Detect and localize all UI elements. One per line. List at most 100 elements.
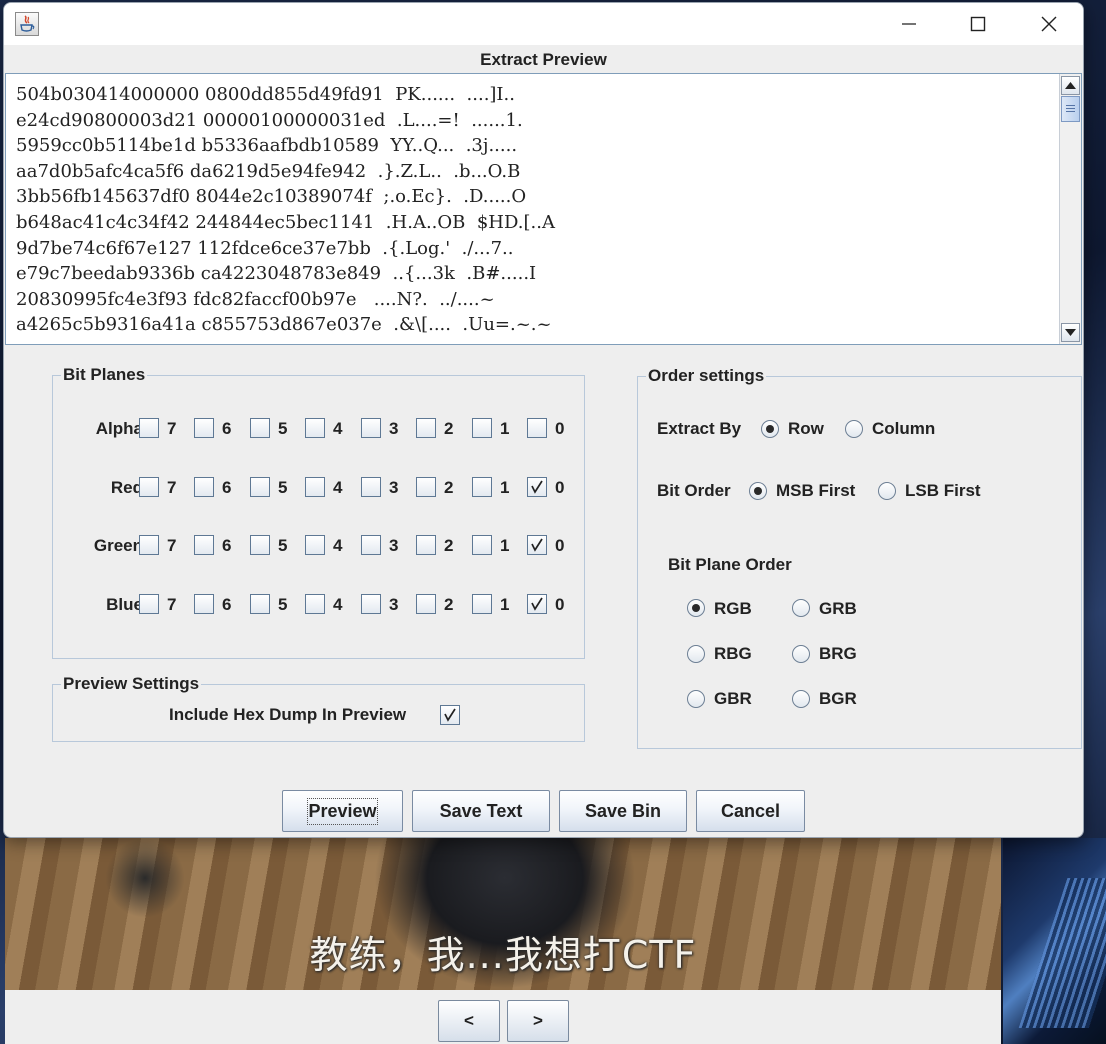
bit-planes-group: Bit Planes Alpha 7 6 5 4 3 2 1 0 Red 7 6 5 4 3 2 1 0 Green… [52,365,585,659]
image-caption: 教练，我...我想打CTF [309,933,697,977]
blue-bit-1-checkbox[interactable] [472,594,492,614]
scroll-down-button[interactable] [1061,323,1080,342]
green-bit-6-checkbox[interactable] [194,535,214,555]
alpha-bit-4-checkbox[interactable] [305,418,325,438]
blue-bit-4-checkbox[interactable] [305,594,325,614]
brg-radio[interactable] [792,645,810,663]
extract-preview-dialog: Extract Preview 504b030414000000 0800dd8… [3,2,1084,838]
blue-bit-3-checkbox[interactable] [361,594,381,614]
include-hex-dump-label: Include Hex Dump In Preview [169,705,407,724]
preview-line: 3bb56fb145637df0 8044e2c10389074f ;.o.Ec… [16,186,527,208]
image-nav-bar: < > [5,990,1001,1044]
alpha-bit-5-checkbox[interactable] [250,418,270,438]
blue-bit-2-label: 2 [444,595,454,614]
alpha-bit-3-checkbox[interactable] [361,418,381,438]
green-bit-3-label: 3 [389,536,399,555]
rbg-radio[interactable] [687,645,705,663]
minimize-button[interactable] [875,3,943,45]
red-bit-4-checkbox[interactable] [305,477,325,497]
save-bin-button[interactable]: Save Bin [559,790,687,832]
msb-first-radio[interactable] [749,482,767,500]
blue-bit-5-checkbox[interactable] [250,594,270,614]
red-bit-1-label: 1 [500,478,510,497]
green-bit-0-checkbox[interactable] [527,535,547,555]
preview-line: 20830995fc4e3f93 fdc82faccf00b97e ....N?… [16,288,495,310]
preview-button[interactable]: Preview [282,790,403,832]
alpha-bit-0-checkbox[interactable] [527,418,547,438]
green-bit-3-checkbox[interactable] [361,535,381,555]
green-bit-4-checkbox[interactable] [305,535,325,555]
extract-by-column-radio[interactable] [845,420,863,438]
bit-plane-order-label: Bit Plane Order [668,555,792,574]
green-bit-1-checkbox[interactable] [472,535,492,555]
red-bit-6-checkbox[interactable] [194,477,214,497]
bgr-label: BGR [819,689,857,708]
extract-by-row-label: Row [788,419,824,438]
bit-order-label: Bit Order [657,481,731,500]
red-bit-5-checkbox[interactable] [250,477,270,497]
scroll-up-button[interactable] [1061,76,1080,95]
include-hex-dump-checkbox[interactable] [440,705,460,725]
red-bit-3-checkbox[interactable] [361,477,381,497]
msb-first-label: MSB First [776,481,856,500]
cancel-button[interactable]: Cancel [696,790,805,832]
alpha-bit-2-checkbox[interactable] [416,418,436,438]
blue-bit-6-label: 6 [222,595,232,614]
red-bit-1-checkbox[interactable] [472,477,492,497]
next-image-button[interactable]: > [507,1000,569,1042]
blue-bit-0-label: 0 [555,595,565,614]
blue-bit-7-label: 7 [167,595,177,614]
order-settings-label: Order settings [646,366,767,386]
green-bit-2-checkbox[interactable] [416,535,436,555]
red-bit-7-label: 7 [167,478,177,497]
grb-radio[interactable] [792,599,810,617]
check-icon [531,538,543,552]
alpha-bit-1-checkbox[interactable] [472,418,492,438]
bgr-radio[interactable] [792,690,810,708]
red-bit-0-checkbox[interactable] [527,477,547,497]
preview-line: 5959cc0b5114be1d b5336aafbdb10589 YY..Q.… [16,135,518,157]
gbr-label: GBR [714,689,752,708]
red-bit-2-label: 2 [444,478,454,497]
green-bit-4-label: 4 [333,536,343,555]
vertical-scrollbar[interactable] [1059,74,1081,344]
red-bit-7-checkbox[interactable] [139,477,159,497]
extract-by-row-radio[interactable] [761,420,779,438]
close-button[interactable] [1015,3,1083,45]
channel-label-alpha: Alpha [95,419,143,438]
java-icon[interactable] [15,12,39,36]
preview-settings-label: Preview Settings [61,674,202,694]
alpha-bit-6-checkbox[interactable] [194,418,214,438]
blue-bit-7-checkbox[interactable] [139,594,159,614]
scroll-thumb[interactable] [1061,96,1080,122]
arrow-down-icon [1065,329,1076,336]
save-text-button[interactable]: Save Text [412,790,550,832]
minimize-icon [902,23,916,25]
green-bit-7-checkbox[interactable] [139,535,159,555]
red-bit-5-label: 5 [278,478,288,497]
title-bar[interactable] [4,3,1083,45]
blue-bit-6-checkbox[interactable] [194,594,214,614]
bit-plane-row-green: Green 7 6 5 4 3 2 1 0 [53,533,583,559]
alpha-bit-7-checkbox[interactable] [139,418,159,438]
gbr-radio[interactable] [687,690,705,708]
prev-image-button[interactable]: < [438,1000,500,1042]
preview-line: 9d7be74c6f67e127 112fdce6ce37e7bb .{.Log… [16,237,514,259]
green-bit-0-label: 0 [555,536,565,555]
preview-line: 504b030414000000 0800dd855d49fd91 PK....… [16,84,515,105]
green-bit-5-checkbox[interactable] [250,535,270,555]
blue-bit-2-checkbox[interactable] [416,594,436,614]
preview-settings-group: Preview Settings Include Hex Dump In Pre… [52,674,585,742]
bit-plane-row-alpha: Alpha 7 6 5 4 3 2 1 0 [53,416,583,442]
lsb-first-radio[interactable] [878,482,896,500]
preview-line: e79c7beedab9336b ca4223048783e849 ..{...… [16,263,537,285]
rgb-radio[interactable] [687,599,705,617]
channel-label-green: Green [93,536,143,555]
alpha-bit-4-label: 4 [333,419,343,438]
blue-bit-0-checkbox[interactable] [527,594,547,614]
maximize-button[interactable] [944,3,1012,45]
blue-bit-3-label: 3 [389,595,399,614]
rgb-label: RGB [714,599,752,618]
red-bit-2-checkbox[interactable] [416,477,436,497]
preview-text-area[interactable]: 504b030414000000 0800dd855d49fd91 PK....… [5,73,1082,345]
